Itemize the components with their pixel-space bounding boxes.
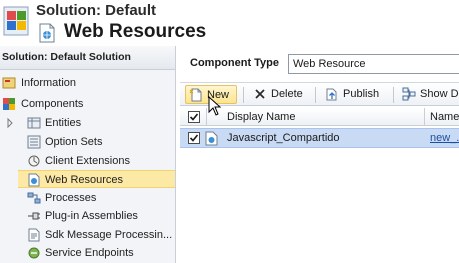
option-sets-icon	[27, 135, 41, 149]
sidebar-item-client-extensions[interactable]: Client Extensions	[0, 152, 175, 170]
component-type-row: Component Type Web Resource	[180, 52, 459, 76]
sidebar-item-sdk-message-processing[interactable]: Sdk Message Processin...	[0, 226, 175, 244]
components-icon	[3, 98, 15, 110]
sidebar-item-label: Components	[21, 98, 84, 110]
expand-arrow-icon[interactable]	[6, 116, 14, 130]
solution-icon	[3, 6, 29, 36]
sidebar-item-service-endpoints[interactable]: Service Endpoints	[0, 244, 175, 262]
toolbar-divider	[315, 87, 316, 103]
row-checkbox[interactable]	[188, 132, 200, 144]
checkmark-icon	[189, 113, 199, 121]
column-header-name[interactable]: Name	[430, 108, 459, 126]
processes-icon	[27, 192, 41, 204]
row-display-name: Javascript_Compartido	[227, 132, 340, 144]
show-dependencies-button[interactable]: Show D	[399, 85, 459, 104]
row-name-link[interactable]: new_...	[430, 129, 459, 147]
sidebar-item-label: Entities	[45, 117, 82, 129]
sidebar-item-label: Web Resources	[45, 174, 124, 186]
sidebar-item-components[interactable]: Components	[0, 95, 175, 113]
sidebar-item-entities[interactable]: Entities	[0, 114, 175, 132]
client-extensions-icon	[28, 155, 40, 167]
web-resource-icon	[39, 23, 55, 43]
sdk-icon	[28, 228, 40, 242]
table-row[interactable]: Javascript_Compartido new_...	[180, 128, 459, 148]
sidebar-item-label: Information	[21, 77, 77, 89]
sidebar-item-label: Sdk Message Processin...	[45, 229, 173, 241]
sidebar-item-label: Client Extensions	[45, 155, 130, 167]
page-title: Web Resources	[64, 21, 207, 42]
web-resource-icon	[28, 173, 40, 187]
toolbar-divider	[243, 87, 244, 103]
solution-title: Solution: Default	[36, 2, 156, 19]
sidebar-item-label: Processes	[45, 192, 97, 204]
web-resource-icon	[205, 131, 218, 146]
toolbar-divider	[393, 87, 394, 103]
new-document-icon	[189, 88, 202, 102]
info-icon	[2, 77, 16, 89]
column-divider	[206, 108, 207, 126]
delete-button-label: Delete	[271, 88, 303, 100]
sidebar-item-label: Option Sets	[45, 136, 103, 148]
checkmark-icon	[189, 134, 199, 142]
select-all-checkbox[interactable]	[188, 111, 200, 123]
column-divider	[424, 108, 425, 126]
sidebar-item-label: Plug-in Assemblies	[45, 210, 138, 222]
component-type-select[interactable]: Web Resource	[288, 54, 459, 74]
show-dependencies-label: Show D	[420, 88, 459, 100]
component-type-label: Component Type	[190, 57, 280, 69]
sidebar: Solution: Default Solution Information C…	[0, 46, 176, 263]
entities-icon	[27, 117, 41, 129]
column-header-display-name[interactable]: Display Name	[227, 108, 295, 126]
publish-button[interactable]: Publish	[322, 85, 386, 104]
page-header: Solution: Default Web Resources	[0, 0, 459, 46]
sidebar-item-label: Service Endpoints	[45, 247, 134, 259]
main-content: Component Type Web Resource New Delete P	[180, 46, 459, 263]
sidebar-item-web-resources[interactable]: Web Resources	[18, 170, 175, 188]
sidebar-item-option-sets[interactable]: Option Sets	[0, 133, 175, 151]
delete-icon	[255, 89, 265, 99]
sidebar-item-plugin-assemblies[interactable]: Plug-in Assemblies	[0, 207, 175, 225]
publish-icon	[326, 88, 337, 101]
mouse-cursor-icon	[208, 96, 222, 116]
sidebar-header: Solution: Default Solution	[0, 46, 175, 70]
publish-button-label: Publish	[343, 88, 380, 100]
delete-button[interactable]: Delete	[250, 85, 306, 104]
sidebar-item-information[interactable]: Information	[0, 74, 175, 92]
service-endpoint-icon	[28, 247, 40, 259]
dependencies-icon	[402, 87, 416, 101]
plugin-icon	[28, 212, 40, 220]
sidebar-item-processes[interactable]: Processes	[0, 189, 175, 207]
